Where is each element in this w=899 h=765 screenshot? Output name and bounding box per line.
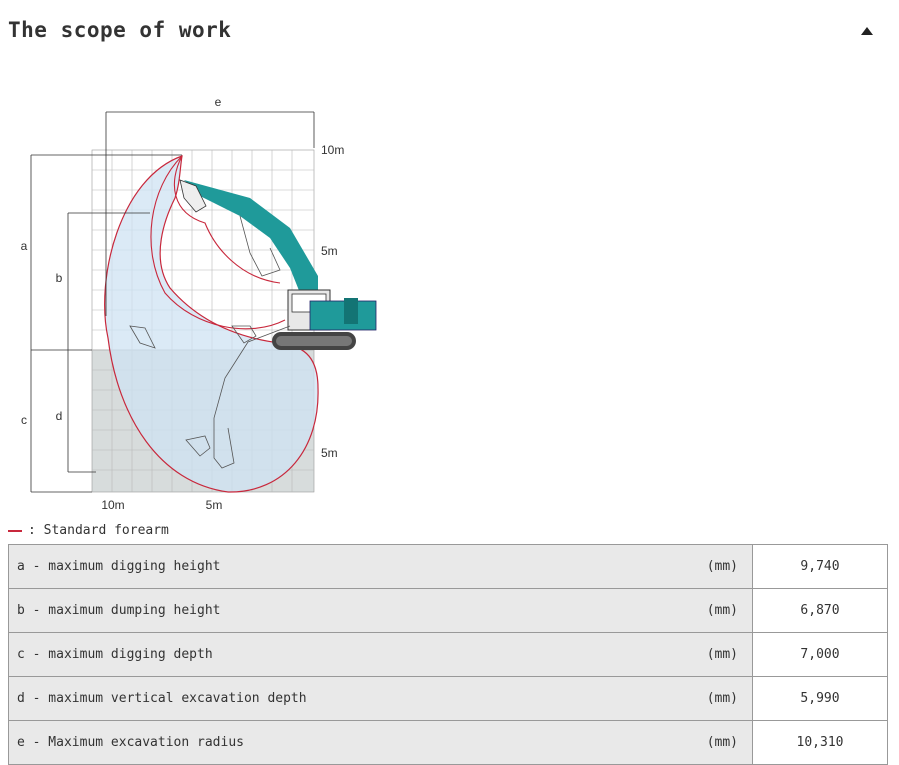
dim-label-d: d bbox=[56, 409, 63, 423]
tick-label-right-bottom: 5m bbox=[321, 446, 338, 460]
spec-value: 7,000 bbox=[752, 632, 888, 677]
tick-label-bottom-left: 10m bbox=[101, 498, 124, 512]
spec-label: a - maximum digging height bbox=[17, 559, 221, 574]
spec-label: d - maximum vertical excavation depth bbox=[17, 691, 307, 706]
page-title: The scope of work bbox=[8, 18, 232, 42]
table-row: a - maximum digging height (mm) 9,740 bbox=[8, 544, 888, 589]
dim-label-a: a bbox=[21, 239, 28, 253]
spec-unit: (mm) bbox=[706, 691, 738, 706]
spec-unit: (mm) bbox=[706, 603, 738, 618]
spec-label: c - maximum digging depth bbox=[17, 647, 213, 662]
legend-text: : Standard forearm bbox=[28, 523, 169, 538]
dim-label-c: c bbox=[21, 413, 27, 427]
spec-table: a - maximum digging height (mm) 9,740 b … bbox=[8, 544, 888, 765]
table-row: d - maximum vertical excavation depth (m… bbox=[8, 676, 888, 721]
spec-value: 9,740 bbox=[752, 544, 888, 589]
spec-value: 10,310 bbox=[752, 720, 888, 765]
spec-label: e - Maximum excavation radius bbox=[17, 735, 244, 750]
spec-label: b - maximum dumping height bbox=[17, 603, 221, 618]
table-row: b - maximum dumping height (mm) 6,870 bbox=[8, 588, 888, 633]
tick-label-bottom-right: 5m bbox=[206, 498, 223, 512]
legend: : Standard forearm bbox=[8, 523, 169, 538]
legend-marker bbox=[8, 529, 22, 532]
spec-value: 5,990 bbox=[752, 676, 888, 721]
tick-label-right-mid: 5m bbox=[321, 244, 338, 258]
dim-label-e: e bbox=[215, 95, 222, 109]
table-row: e - Maximum excavation radius (mm) 10,31… bbox=[8, 720, 888, 765]
spec-unit: (mm) bbox=[706, 559, 738, 574]
working-range-diagram: e a b c d 10m 5m 5m 10m 5m bbox=[0, 88, 390, 520]
table-row: c - maximum digging depth (mm) 7,000 bbox=[8, 632, 888, 677]
spec-unit: (mm) bbox=[706, 647, 738, 662]
caret-up-icon[interactable] bbox=[861, 27, 873, 35]
spec-value: 6,870 bbox=[752, 588, 888, 633]
tick-label-right-top: 10m bbox=[321, 143, 344, 157]
spec-unit: (mm) bbox=[706, 735, 738, 750]
dim-label-b: b bbox=[56, 271, 63, 285]
